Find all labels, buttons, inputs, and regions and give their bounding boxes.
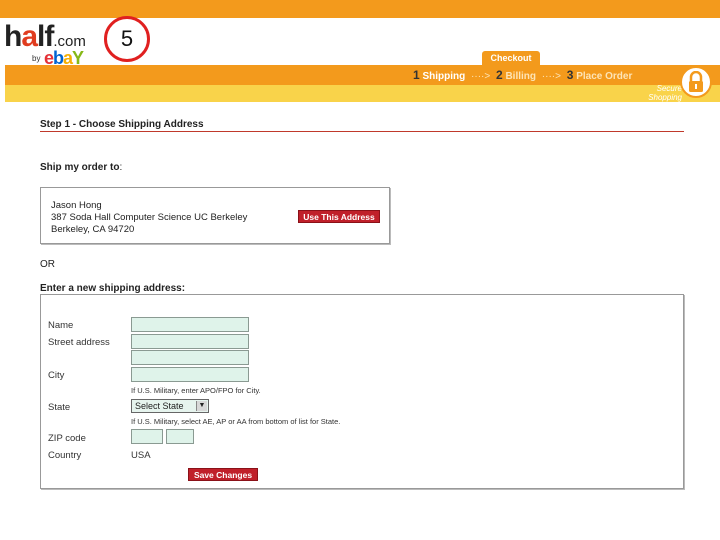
city-label: City — [48, 370, 65, 381]
state-select-value: Select State — [135, 401, 184, 411]
top-orange-strip — [0, 0, 720, 18]
use-this-address-button[interactable]: Use This Address — [298, 210, 380, 223]
half-ebay-logo[interactable]: half.com by ebaY — [4, 18, 94, 68]
step-1-number: 1 — [413, 68, 420, 82]
state-select[interactable]: Select State ▼ — [131, 399, 209, 413]
title-divider — [40, 131, 684, 132]
save-changes-button[interactable]: Save Changes — [188, 468, 258, 481]
city-military-note: If U.S. Military, enter APO/FPO for City… — [131, 386, 261, 395]
zip-code-extension-input[interactable] — [166, 429, 194, 444]
or-separator: OR — [40, 259, 55, 270]
checkout-progress: 1 Shipping ····> 2 Billing ····> 3 Place… — [413, 68, 632, 82]
state-label: State — [48, 402, 71, 413]
progress-arrow-icon: ····> — [541, 71, 561, 82]
name-input[interactable] — [131, 317, 249, 332]
new-address-heading: Enter a new shipping address: — [40, 283, 186, 294]
slide-number-badge: 5 — [104, 16, 150, 62]
page-title: Step 1 - Choose Shipping Address — [40, 119, 204, 130]
checkout-tab: Checkout — [482, 51, 540, 65]
street-address-label: Street address — [48, 337, 110, 348]
zip-code-label: ZIP code — [48, 433, 86, 444]
step-billing-label: Billing — [505, 71, 537, 82]
lock-icon — [680, 66, 712, 98]
address-street: 387 Soda Hall Computer Science UC Berkel… — [51, 212, 248, 223]
saved-address: Jason Hong 387 Soda Hall Computer Scienc… — [51, 200, 247, 236]
city-input[interactable] — [131, 367, 249, 382]
address-name: Jason Hong — [51, 200, 102, 211]
progress-arrow-icon: ····> — [471, 71, 491, 82]
ship-to-heading: Ship my order to: — [40, 162, 123, 173]
country-value: USA — [131, 450, 151, 461]
logo-by-text: by — [32, 54, 41, 63]
chevron-down-icon: ▼ — [196, 401, 207, 411]
country-label: Country — [48, 450, 82, 461]
name-label: Name — [48, 320, 74, 331]
zip-code-input[interactable] — [131, 429, 163, 444]
step-place-order-label: Place Order — [576, 71, 633, 82]
street-address-input-1[interactable] — [131, 334, 249, 349]
progress-subband — [5, 85, 720, 102]
state-military-note: If U.S. Military, select AE, AP or AA fr… — [131, 417, 341, 426]
step-3-number: 3 — [566, 68, 574, 82]
step-2-number: 2 — [495, 68, 503, 82]
secure-shopping-text: Secure Shopping — [648, 84, 682, 102]
saved-address-box: Jason Hong 387 Soda Hall Computer Scienc… — [40, 187, 390, 244]
new-address-form: Name Street address City If U.S. Militar… — [40, 294, 684, 489]
step-shipping-label: Shipping — [422, 71, 466, 82]
street-address-input-2[interactable] — [131, 350, 249, 365]
address-city-state-zip: Berkeley, CA 94720 — [51, 224, 135, 235]
